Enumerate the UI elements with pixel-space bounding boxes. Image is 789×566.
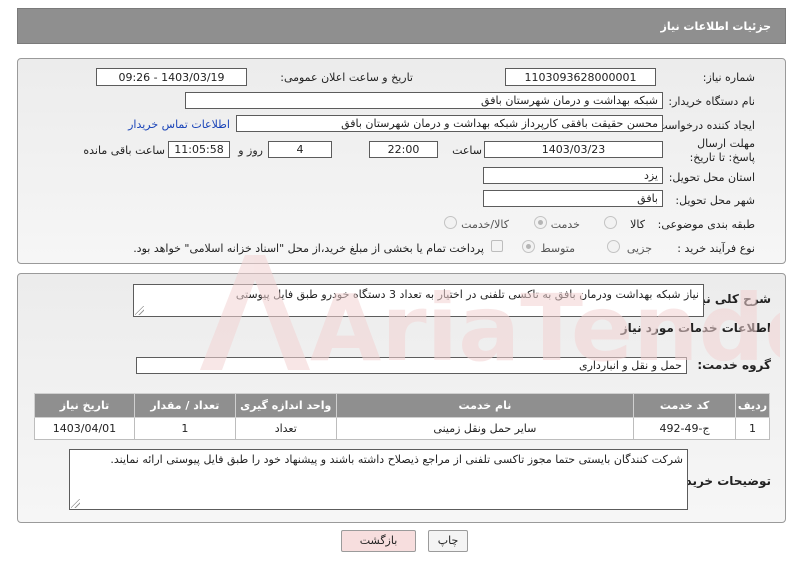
deadline-date-field: 1403/03/23 [484, 141, 663, 158]
col-service-name: نام خدمت [335, 393, 635, 418]
process-option-minor-label: جزیی [626, 242, 652, 255]
page-header: جزئیات اطلاعات نیاز [17, 8, 786, 44]
buyer-contact-link[interactable]: اطلاعات تماس خریدار [128, 118, 230, 131]
summary-textarea: نیاز شبکه بهداشت ودرمان بافق به تاکسی تل… [133, 284, 704, 317]
back-button[interactable]: بازگشت [341, 530, 416, 552]
services-panel: شرح کلی نیاز: نیاز شبکه بهداشت ودرمان با… [17, 273, 786, 523]
province-label: استان محل تحویل: [668, 171, 755, 184]
category-option-service-radio[interactable] [534, 216, 547, 229]
remaining-days-field: 4 [268, 141, 332, 158]
service-group-field: حمل و نقل و انبارداری [136, 357, 687, 374]
buyer-org-label: نام دستگاه خریدار: [668, 95, 755, 108]
buyer-notes-textarea: شرکت کنندگان بایستی حتما مجوز تاکسی تلفن… [69, 449, 688, 510]
category-option-service-label: خدمت [550, 218, 580, 231]
cell-service-code: ج-49-492 [633, 417, 737, 440]
need-info-panel: شماره نیاز: 1103093628000001 تاریخ و ساع… [17, 58, 786, 264]
services-table: ردیف کد خدمت نام خدمت واحد اندازه گیری ت… [34, 393, 770, 440]
col-service-code: کد خدمت [633, 393, 737, 418]
process-type-label: نوع فرآیند خرید : [677, 242, 755, 255]
resize-grip-icon[interactable] [71, 499, 80, 508]
requester-label: ایجاد کننده درخواست: [653, 119, 755, 132]
need-number-label: شماره نیاز: [702, 71, 755, 84]
col-row-number: ردیف [735, 393, 770, 418]
announce-datetime-label: تاریخ و ساعت اعلان عمومی: [280, 71, 413, 84]
buyer-notes-text: شرکت کنندگان بایستی حتما مجوز تاکسی تلفن… [110, 453, 683, 466]
need-number-field: 1103093628000001 [505, 68, 656, 86]
service-group-label: گروه خدمت: [697, 358, 771, 372]
process-option-medium-radio[interactable] [522, 240, 535, 253]
treasury-payment-note: پرداخت تمام یا بخشی از مبلغ خرید،از محل … [133, 242, 484, 255]
services-table-header: ردیف کد خدمت نام خدمت واحد اندازه گیری ت… [34, 393, 770, 418]
remaining-time-label: ساعت باقی مانده [83, 144, 165, 157]
cell-service-name: سایر حمل ونقل زمینی [335, 417, 635, 440]
col-quantity: تعداد / مقدار [133, 393, 236, 418]
process-option-minor-radio[interactable] [607, 240, 620, 253]
province-field: یزد [483, 167, 663, 184]
requester-field: محسن حقیقت بافقی کارپرداز شبکه بهداشت و … [236, 115, 663, 132]
page-title: جزئیات اطلاعات نیاز [660, 20, 772, 33]
category-option-goods-radio[interactable] [604, 216, 617, 229]
deadline-label: مهلت ارسال پاسخ: تا تاریخ: [689, 137, 755, 164]
remaining-time-field: 11:05:58 [168, 141, 230, 158]
city-label: شهر محل تحویل: [675, 194, 755, 207]
deadline-time-label: ساعت [452, 144, 482, 157]
remaining-days-label: روز و [238, 144, 263, 157]
category-option-both-label: کالا/خدمت [461, 218, 509, 231]
cell-row-number: 1 [735, 417, 770, 440]
table-row: 1 ج-49-492 سایر حمل ونقل زمینی تعداد 1 1… [34, 417, 770, 440]
cell-need-date: 1403/04/01 [34, 417, 135, 440]
treasury-payment-checkbox[interactable] [491, 240, 503, 252]
category-label: طبقه بندی موضوعی: [657, 218, 755, 231]
city-field: بافق [483, 190, 663, 207]
services-section-title: اطلاعات خدمات مورد نیاز [620, 321, 771, 335]
buyer-org-field: شبکه بهداشت و درمان شهرستان بافق [185, 92, 663, 109]
summary-text: نیاز شبکه بهداشت ودرمان بافق به تاکسی تل… [235, 288, 699, 301]
deadline-time-field: 22:00 [369, 141, 438, 158]
print-button[interactable]: چاپ [428, 530, 468, 552]
category-option-both-radio[interactable] [444, 216, 457, 229]
col-unit: واحد اندازه گیری [234, 393, 337, 418]
category-option-goods-label: کالا [630, 218, 645, 231]
resize-grip-icon[interactable] [135, 306, 144, 315]
announce-datetime-field: 1403/03/19 - 09:26 [96, 68, 247, 86]
cell-unit: تعداد [234, 417, 337, 440]
cell-quantity: 1 [133, 417, 236, 440]
col-need-date: تاریخ نیاز [34, 393, 135, 418]
process-option-medium-label: متوسط [540, 242, 575, 255]
